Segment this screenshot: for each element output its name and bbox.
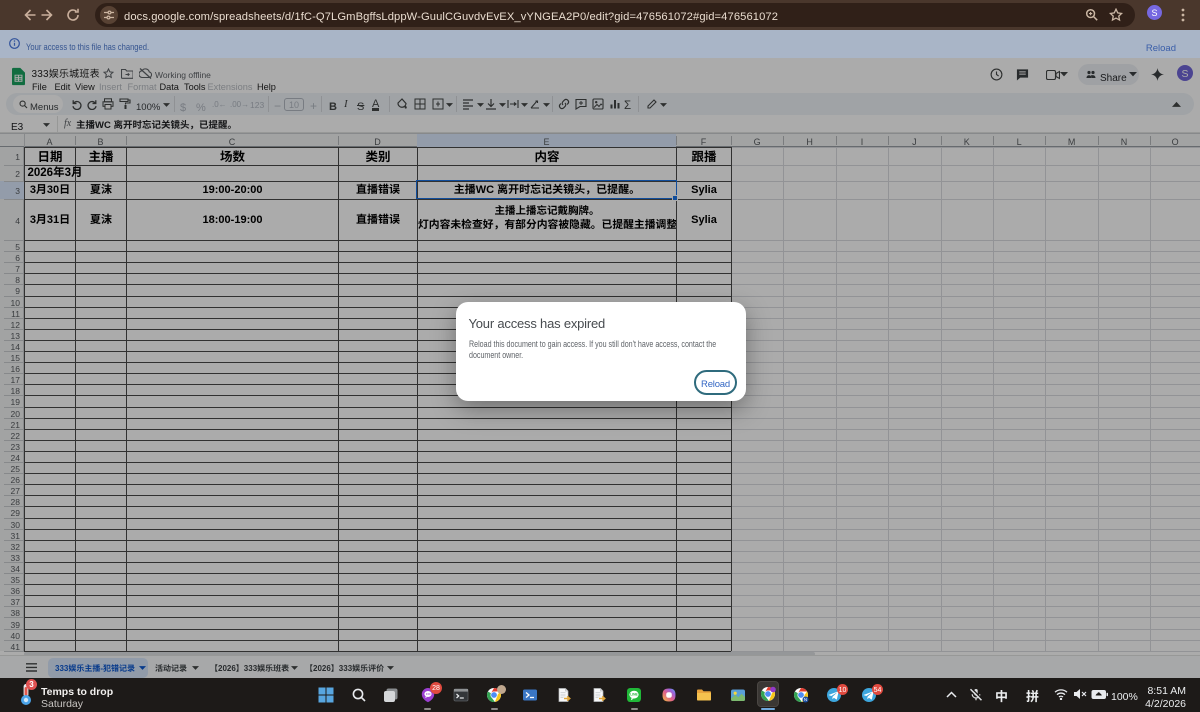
svg-text:LINE: LINE bbox=[630, 692, 638, 697]
svg-text:N: N bbox=[804, 697, 807, 703]
